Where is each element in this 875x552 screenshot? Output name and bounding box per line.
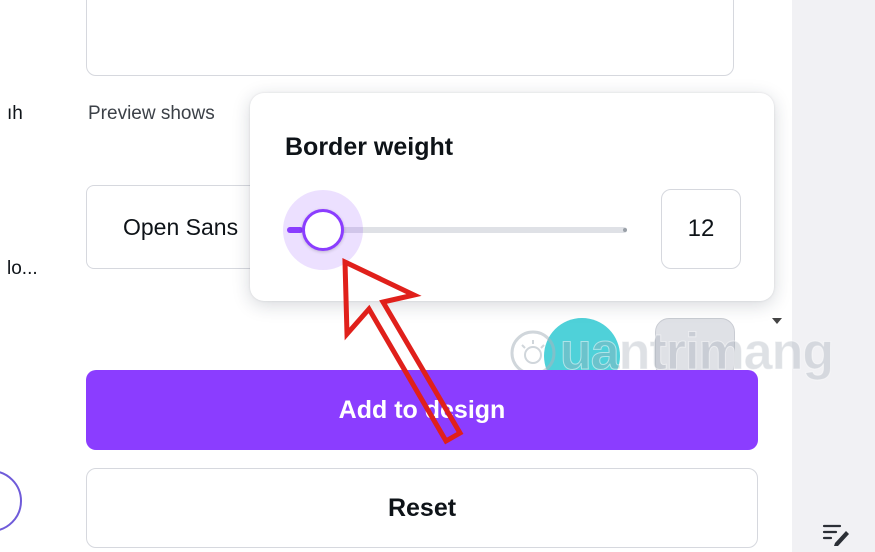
reset-button[interactable]: Reset [86, 468, 758, 548]
font-dropdown-value: Open Sans [123, 214, 239, 240]
slider-end-marker [623, 228, 627, 232]
border-weight-popover: Border weight 12 [250, 93, 774, 301]
left-panel-label: ıh [7, 103, 23, 124]
left-edge-circle-button[interactable] [0, 470, 22, 532]
border-weight-value-input[interactable]: 12 [661, 189, 741, 269]
add-to-design-button[interactable]: Add to design [86, 370, 758, 450]
slider-thumb[interactable] [302, 209, 344, 251]
left-panel-label-truncated: lo... [7, 258, 38, 279]
text-input-area[interactable] [86, 0, 734, 76]
right-sidebar-panel [792, 0, 875, 552]
popover-title: Border weight [285, 133, 454, 161]
notes-pencil-icon[interactable] [822, 522, 850, 546]
preview-description: Preview shows [88, 103, 215, 124]
